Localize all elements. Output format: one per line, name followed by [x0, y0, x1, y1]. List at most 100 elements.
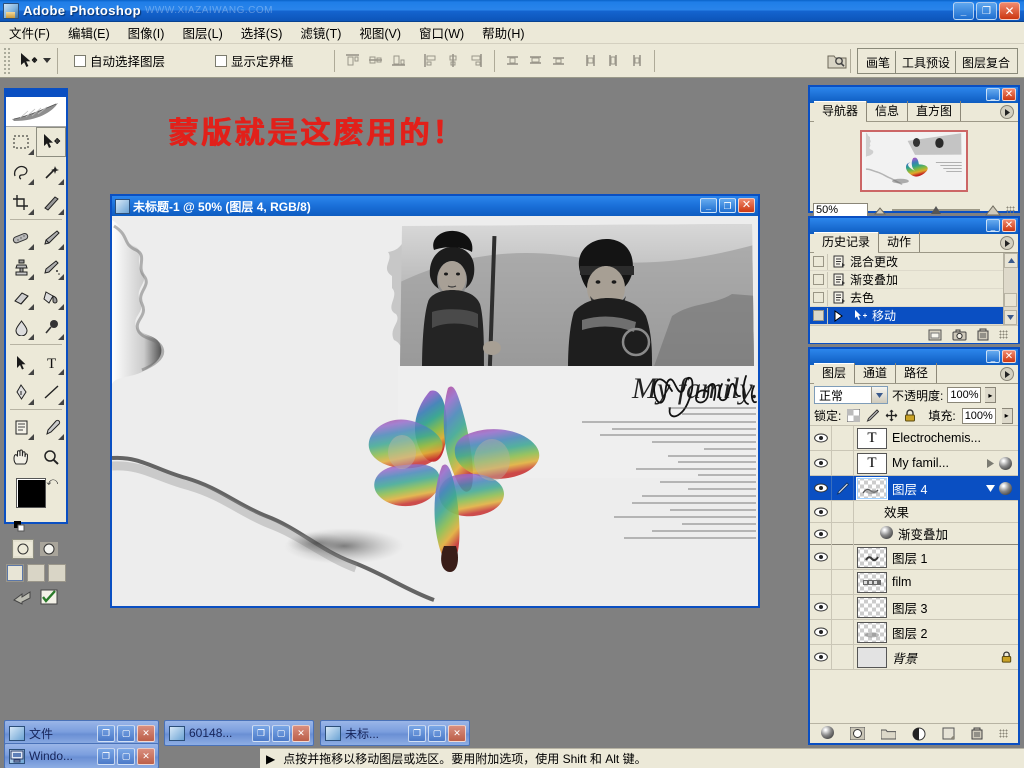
move-tool[interactable] — [36, 127, 66, 157]
taskwin-untitled[interactable]: 未标... ❐ ▢ ✕ — [320, 720, 470, 746]
layer-thumbnail[interactable] — [857, 546, 887, 568]
layer-thumbnail[interactable] — [857, 571, 887, 593]
layer-visibility-toggle[interactable] — [810, 570, 832, 594]
layer-name[interactable]: My famil... — [892, 456, 949, 470]
line-tool[interactable] — [36, 377, 66, 407]
align-horizontal-centers-icon[interactable] — [443, 50, 464, 71]
lock-transparent-pixels-icon[interactable] — [847, 409, 861, 422]
navigator-minimize-button[interactable]: _ — [986, 88, 1000, 101]
foreground-color-swatch[interactable] — [16, 478, 46, 508]
layer-row-tuceng-2[interactable]: 图层 2 — [810, 620, 1018, 645]
menu-file[interactable]: 文件(F) — [0, 21, 59, 44]
show-bounding-box-option[interactable]: 显示定界框 — [215, 51, 294, 70]
zoom-slider-knob[interactable] — [930, 206, 941, 214]
layer-name[interactable]: film — [892, 575, 911, 589]
lock-image-pixels-icon[interactable] — [866, 409, 880, 422]
navigator-close-button[interactable]: ✕ — [1002, 88, 1016, 101]
distribute-top-edges-icon[interactable] — [502, 50, 523, 71]
dodge-tool[interactable] — [36, 312, 66, 342]
brush-tool[interactable] — [36, 222, 66, 252]
history-item-gradient-overlay[interactable]: 渐变叠加 — [810, 271, 1018, 289]
document-close-button[interactable]: ✕ — [738, 198, 755, 213]
delete-layer-icon[interactable] — [971, 727, 983, 740]
layer-link-toggle[interactable] — [832, 645, 854, 669]
distribute-horizontal-centers-icon[interactable] — [603, 50, 624, 71]
zoom-slider[interactable] — [892, 203, 980, 217]
zoom-in-icon[interactable] — [984, 203, 1002, 217]
layer-visibility-toggle[interactable] — [810, 476, 832, 500]
taskwin-maximize-button[interactable]: ▢ — [272, 724, 290, 742]
layer-name[interactable]: Electrochemis... — [892, 431, 981, 445]
full-screen-with-menubar-icon[interactable] — [27, 564, 45, 582]
layer-style-icon[interactable] — [820, 725, 834, 742]
pen-tool[interactable] — [6, 377, 36, 407]
layer-visibility-toggle[interactable] — [810, 645, 832, 669]
taskwin-restore-button[interactable]: ❐ — [252, 724, 270, 742]
auto-select-layer-checkbox[interactable] — [74, 54, 86, 67]
align-top-edges-icon[interactable] — [342, 50, 363, 71]
magic-wand-tool[interactable] — [36, 157, 66, 187]
layer-link-toggle[interactable] — [832, 451, 854, 475]
layer-thumbnail[interactable] — [857, 477, 887, 499]
layer-thumbnail[interactable] — [857, 621, 887, 643]
menu-layer[interactable]: 图层(L) — [173, 21, 231, 44]
taskwin-maximize-button[interactable]: ▢ — [117, 724, 135, 742]
slice-tool[interactable] — [36, 187, 66, 217]
layer-effects-icon[interactable] — [999, 481, 1012, 495]
notes-tool[interactable] — [6, 412, 36, 442]
swap-colors-icon[interactable]: ⤺ — [46, 476, 58, 489]
tab-info[interactable]: 信息 — [867, 101, 909, 121]
document-maximize-button[interactable]: ❐ — [719, 198, 736, 213]
tab-histogram[interactable]: 直方图 — [908, 101, 962, 121]
tab-navigator[interactable]: 导航器 — [814, 101, 868, 122]
layer-list[interactable]: T Electrochemis... T My famil... 图层 4 效果… — [810, 426, 1018, 681]
layer-thumbnail[interactable]: T — [857, 427, 887, 449]
layer-row-film[interactable]: film — [810, 570, 1018, 595]
document-canvas[interactable]: My family... — [112, 216, 758, 606]
opacity-stepper[interactable]: ▸ — [985, 387, 997, 403]
menu-select[interactable]: 选择(S) — [232, 21, 292, 44]
eyedropper-tool[interactable] — [36, 412, 66, 442]
distribute-right-edges-icon[interactable] — [626, 50, 647, 71]
standard-screen-mode-icon[interactable] — [6, 564, 24, 582]
layer-row-tuceng-3[interactable]: 图层 3 — [810, 595, 1018, 620]
delete-state-icon[interactable] — [977, 328, 989, 341]
well-tab-brushes[interactable]: 画笔 — [860, 51, 896, 73]
taskwin-60148[interactable]: 60148... ❐ ▢ ✕ — [164, 720, 314, 746]
tab-history[interactable]: 历史记录 — [814, 232, 880, 253]
new-layer-icon[interactable] — [942, 727, 955, 740]
current-tool-preset-picker[interactable] — [14, 47, 58, 74]
layer-thumbnail[interactable]: T — [857, 452, 887, 474]
minimize-button[interactable]: _ — [953, 2, 974, 20]
layer-link-toggle[interactable] — [832, 545, 854, 569]
navigator-thumbnail[interactable] — [860, 130, 968, 192]
layer-row-effects[interactable]: 效果 — [810, 499, 1018, 524]
opacity-input[interactable]: 100% — [947, 387, 982, 403]
layer-name[interactable]: 背景 — [892, 648, 917, 667]
tool-preset-chevron-down-icon[interactable] — [43, 58, 51, 63]
lasso-tool[interactable] — [6, 157, 36, 187]
history-scroll-up-button[interactable] — [1004, 253, 1018, 268]
layer-row-background[interactable]: 背景 — [810, 645, 1018, 670]
well-tab-tool-presets[interactable]: 工具预设 — [896, 51, 956, 73]
lock-all-icon[interactable] — [904, 409, 916, 422]
tab-actions[interactable]: 动作 — [879, 232, 921, 252]
layer-effects-icon[interactable] — [999, 456, 1012, 470]
path-selection-tool[interactable] — [6, 347, 36, 377]
full-screen-mode-icon[interactable] — [48, 564, 66, 582]
new-document-from-state-icon[interactable] — [928, 329, 942, 341]
eraser-tool[interactable] — [6, 282, 36, 312]
layer-name[interactable]: 图层 2 — [892, 623, 927, 642]
layer-row-gradient-overlay[interactable]: 渐变叠加 — [810, 521, 1018, 546]
clone-stamp-tool[interactable] — [6, 252, 36, 282]
taskwin-restore-button[interactable]: ❐ — [97, 747, 115, 765]
history-snapshot-source-toggle[interactable] — [810, 307, 828, 324]
taskwin-close-button[interactable]: ✕ — [448, 724, 466, 742]
layer-row-electrochemis[interactable]: T Electrochemis... — [810, 426, 1018, 451]
menu-image[interactable]: 图像(I) — [119, 21, 174, 44]
menu-filter[interactable]: 滤镜(T) — [291, 21, 350, 44]
document-titlebar[interactable]: 未标题-1 @ 50% (图层 4, RGB/8) _ ❐ ✕ — [112, 196, 758, 216]
options-bar-grip[interactable] — [3, 46, 11, 75]
layer-thumbnail[interactable] — [857, 646, 887, 668]
new-group-icon[interactable] — [880, 728, 896, 740]
